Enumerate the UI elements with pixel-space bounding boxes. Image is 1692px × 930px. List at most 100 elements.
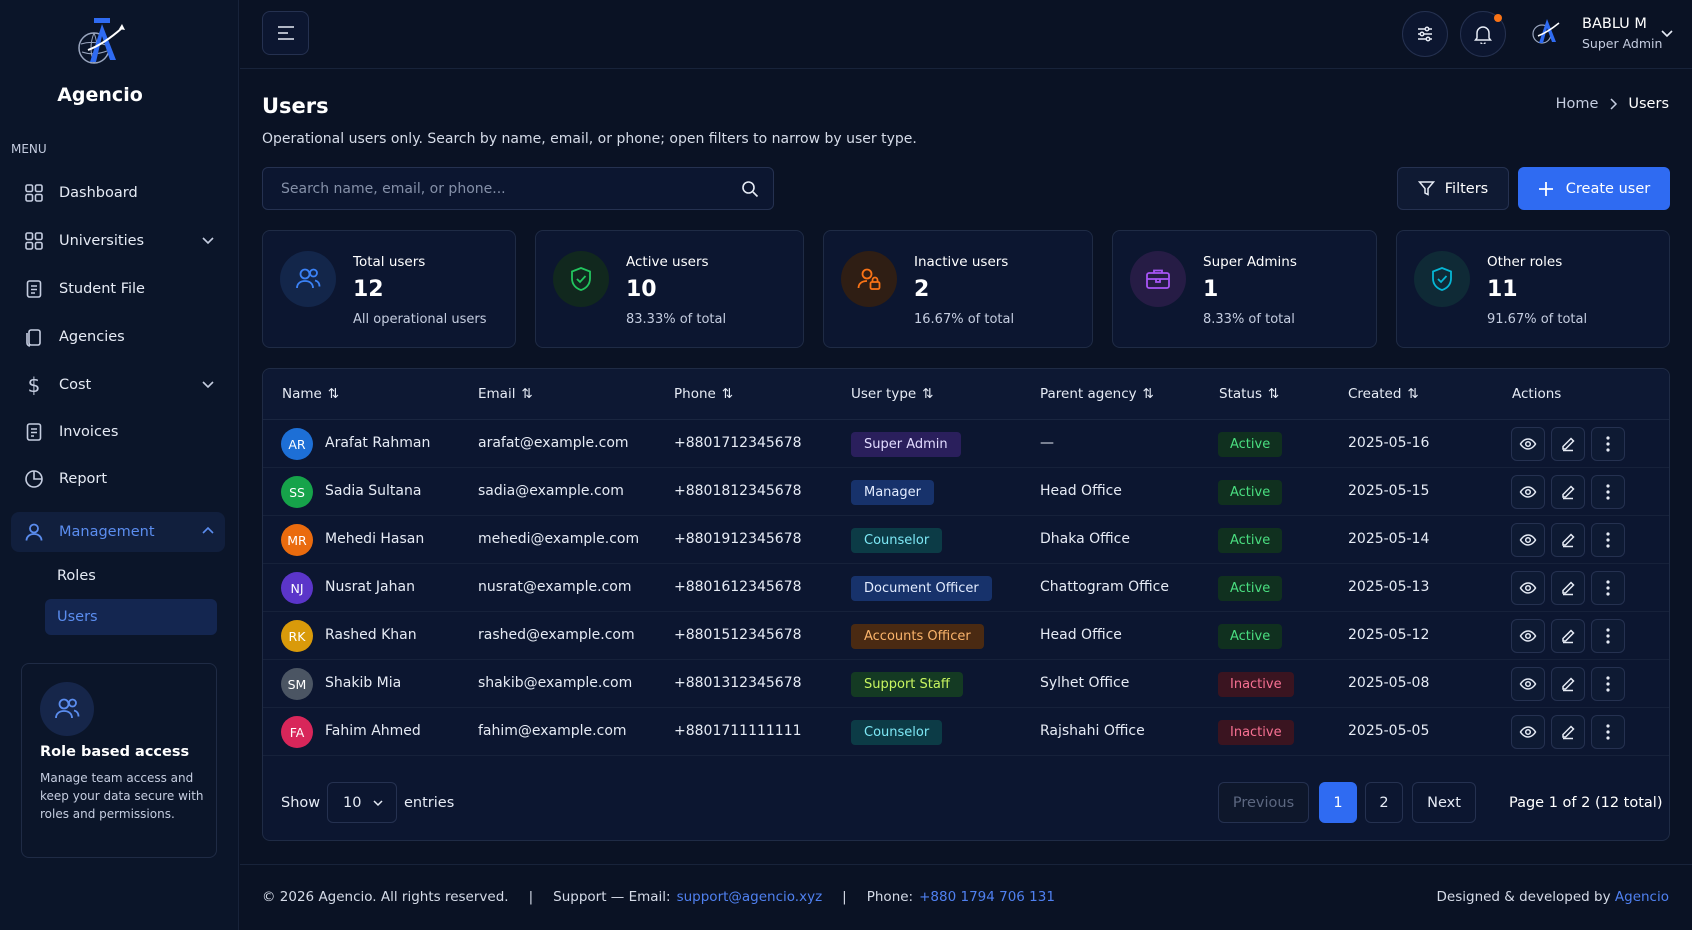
- sidebar-subitem-users[interactable]: Users: [45, 599, 217, 635]
- stat-sub: 8.33% of total: [1203, 312, 1295, 327]
- notifications-button[interactable]: [1460, 11, 1506, 57]
- settings-button[interactable]: [1402, 11, 1448, 57]
- user-email-cell: arafat@example.com: [478, 435, 629, 451]
- page-1-button[interactable]: 1: [1319, 782, 1357, 823]
- agencio-logo[interactable]: [72, 14, 130, 66]
- edit-button[interactable]: [1551, 667, 1585, 701]
- grid-icon: [23, 182, 45, 204]
- stat-sub: 83.33% of total: [626, 312, 727, 327]
- view-button[interactable]: [1511, 475, 1545, 509]
- view-button[interactable]: [1511, 619, 1545, 653]
- sidebar-item-agencies[interactable]: Agencies: [11, 317, 225, 357]
- pencil-icon: [1562, 629, 1575, 644]
- edit-button[interactable]: [1551, 523, 1585, 557]
- sidebar-item-student-file[interactable]: Student File: [11, 269, 225, 309]
- stat-card-other-roles: Other roles 11 91.67% of total: [1396, 230, 1670, 348]
- filters-button[interactable]: Filters: [1397, 167, 1509, 210]
- page-size-select[interactable]: 10: [327, 782, 397, 823]
- sidebar-subitem-roles[interactable]: Roles: [45, 558, 217, 594]
- more-options-button[interactable]: [1591, 619, 1625, 653]
- status-badge: Inactive: [1218, 672, 1294, 697]
- search-input[interactable]: [263, 168, 773, 209]
- more-options-button[interactable]: [1591, 571, 1625, 605]
- stat-value: 12: [353, 277, 384, 302]
- footer: © 2026 Agencio. All rights reserved. | S…: [240, 864, 1692, 930]
- sidebar-item-management[interactable]: Management: [11, 512, 225, 552]
- page-2-button[interactable]: 2: [1365, 782, 1403, 823]
- table-row: RK Rashed Khan rashed@example.com +88015123…: [263, 612, 1669, 660]
- search-icon[interactable]: [741, 180, 759, 198]
- menu-title: MENU: [11, 142, 47, 156]
- support-email-link[interactable]: support@agencio.xyz: [677, 889, 823, 905]
- column-header-parent-agency[interactable]: Parent agency ⇅: [1040, 386, 1154, 402]
- column-header-name[interactable]: Name ⇅: [282, 386, 339, 402]
- pie-chart-icon: [23, 468, 45, 490]
- previous-page-button[interactable]: Previous: [1218, 782, 1309, 823]
- breadcrumb-home[interactable]: Home: [1556, 96, 1599, 112]
- more-options-button[interactable]: [1591, 667, 1625, 701]
- table-row: AR Arafat Rahman arafat@example.com +880171…: [263, 420, 1669, 468]
- avatar[interactable]: [1530, 15, 1564, 45]
- stat-label: Inactive users: [914, 254, 1009, 270]
- pencil-icon: [1562, 725, 1575, 740]
- created-date-cell: 2025-05-08: [1348, 675, 1430, 691]
- entries-label: entries: [404, 795, 455, 811]
- shield-check-icon: [1414, 251, 1470, 307]
- sort-icon: ⇅: [721, 386, 734, 402]
- eye-icon: [1519, 534, 1537, 546]
- topbar: BABLU M Super Admin: [240, 0, 1692, 69]
- pencil-icon: [1562, 485, 1575, 500]
- sidebar-item-label: Management: [59, 524, 155, 540]
- view-button[interactable]: [1511, 667, 1545, 701]
- user-name-cell: Rashed Khan: [325, 627, 417, 643]
- edit-button[interactable]: [1551, 715, 1585, 749]
- view-button[interactable]: [1511, 523, 1545, 557]
- menu-icon: [277, 26, 294, 40]
- stat-card-super-admins: Super Admins 1 8.33% of total: [1112, 230, 1377, 348]
- avatar: RK: [281, 620, 313, 652]
- table-row: FA Fahim Ahmed fahim@example.com +880171111…: [263, 708, 1669, 756]
- column-header-status[interactable]: Status ⇅: [1219, 386, 1279, 402]
- column-header-created[interactable]: Created ⇅: [1348, 386, 1419, 402]
- more-options-button[interactable]: [1591, 523, 1625, 557]
- sidebar-item-invoices[interactable]: Invoices: [11, 412, 225, 452]
- column-header-email[interactable]: Email ⇅: [478, 386, 533, 402]
- sidebar-item-universities[interactable]: Universities: [11, 221, 225, 261]
- user-name-cell: Fahim Ahmed: [325, 723, 421, 739]
- stat-card-total-users: Total users 12 All operational users: [262, 230, 516, 348]
- support-label: Support — Email:: [553, 889, 671, 905]
- notification-dot: [1494, 14, 1502, 22]
- edit-button[interactable]: [1551, 427, 1585, 461]
- more-options-button[interactable]: [1591, 427, 1625, 461]
- credit-link[interactable]: Agencio: [1615, 889, 1669, 905]
- chevron-down-icon[interactable]: [1660, 26, 1674, 40]
- edit-button[interactable]: [1551, 475, 1585, 509]
- create-user-button[interactable]: Create user: [1518, 167, 1670, 210]
- sidebar-item-dashboard[interactable]: Dashboard: [11, 173, 225, 213]
- sidebar-item-cost[interactable]: $ Cost: [11, 365, 225, 405]
- page-title: Users: [262, 94, 329, 118]
- menu-toggle-button[interactable]: [262, 11, 309, 55]
- more-options-button[interactable]: [1591, 715, 1625, 749]
- user-name[interactable]: BABLU M: [1582, 16, 1647, 32]
- shield-check-icon: [553, 251, 609, 307]
- user-role: Super Admin: [1582, 36, 1663, 51]
- created-date-cell: 2025-05-14: [1348, 531, 1430, 547]
- view-button[interactable]: [1511, 427, 1545, 461]
- user-email-cell: fahim@example.com: [478, 723, 627, 739]
- column-header-user-type[interactable]: User type ⇅: [851, 386, 934, 402]
- view-button[interactable]: [1511, 571, 1545, 605]
- stat-value: 10: [626, 277, 657, 302]
- sidebar-item-report[interactable]: Report: [11, 459, 225, 499]
- next-page-button[interactable]: Next: [1412, 782, 1476, 823]
- column-header-phone[interactable]: Phone ⇅: [674, 386, 733, 402]
- pencil-icon: [1562, 677, 1575, 692]
- column-label: Name: [282, 386, 322, 402]
- edit-button[interactable]: [1551, 571, 1585, 605]
- phone-link[interactable]: +880 1794 706 131: [919, 889, 1055, 905]
- view-button[interactable]: [1511, 715, 1545, 749]
- sort-icon: ⇅: [1268, 386, 1280, 402]
- edit-button[interactable]: [1551, 619, 1585, 653]
- user-name-cell: Sadia Sultana: [325, 483, 422, 499]
- more-options-button[interactable]: [1591, 475, 1625, 509]
